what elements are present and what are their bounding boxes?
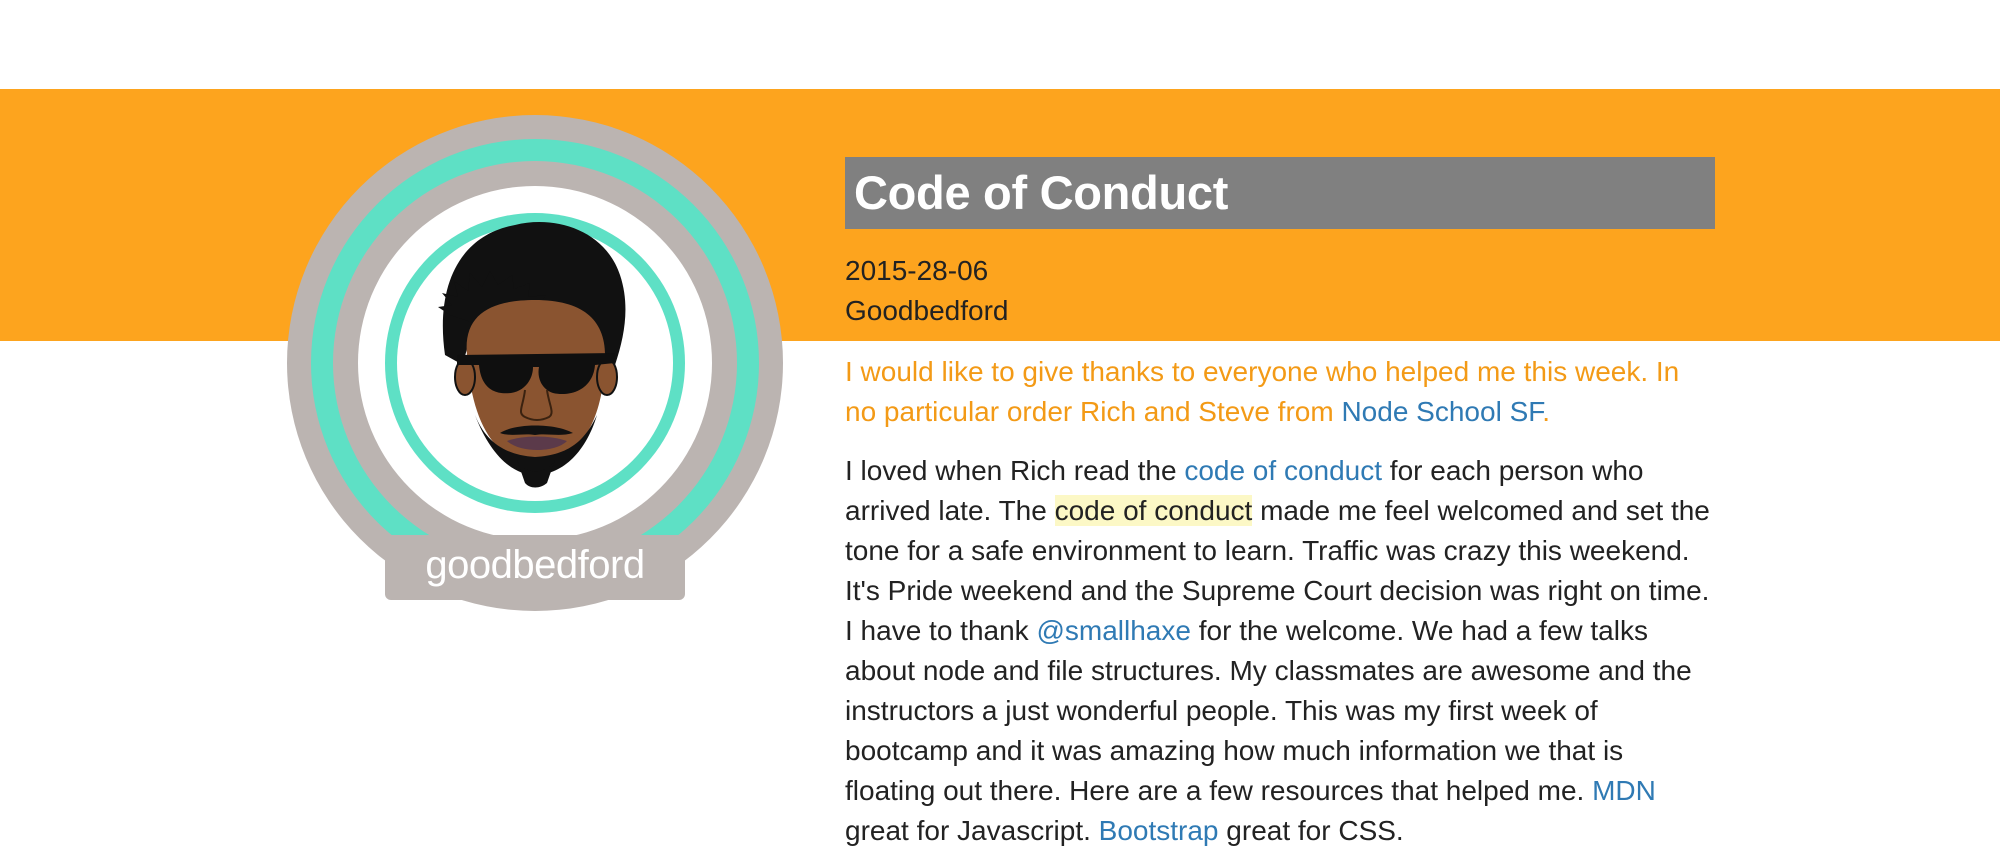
node-school-sf-link[interactable]: Node School SF	[1341, 396, 1542, 427]
story-paragraph: I loved when Rich read the code of condu…	[845, 451, 1715, 851]
post-content: Code of Conduct 2015-28-06 Goodbedford I…	[845, 157, 1715, 851]
post-meta: 2015-28-06 Goodbedford	[845, 251, 1715, 331]
bootstrap-link[interactable]: Bootstrap	[1099, 815, 1219, 846]
post-author: Goodbedford	[845, 295, 1009, 326]
mdn-link[interactable]: MDN	[1592, 775, 1656, 806]
smallhaxe-link[interactable]: @smallhaxe	[1036, 615, 1190, 646]
story-text-1: I loved when Rich read the	[845, 455, 1185, 486]
story-text-5: great for Javascript.	[845, 815, 1099, 846]
post-date: 2015-28-06	[845, 255, 989, 286]
story-text-6: great for CSS.	[1218, 815, 1404, 846]
page-title: Code of Conduct	[845, 157, 1715, 229]
code-of-conduct-link[interactable]: code of conduct	[1184, 455, 1382, 486]
avatar-badge: goodbedford	[285, 115, 785, 615]
avatar-username: goodbedford	[425, 543, 645, 587]
thanks-paragraph: I would like to give thanks to everyone …	[845, 352, 1715, 432]
thanks-text: I would like to give thanks to everyone …	[845, 356, 1680, 427]
thanks-end: .	[1542, 396, 1551, 427]
highlighted-code-of-conduct: code of conduct	[1054, 495, 1253, 526]
